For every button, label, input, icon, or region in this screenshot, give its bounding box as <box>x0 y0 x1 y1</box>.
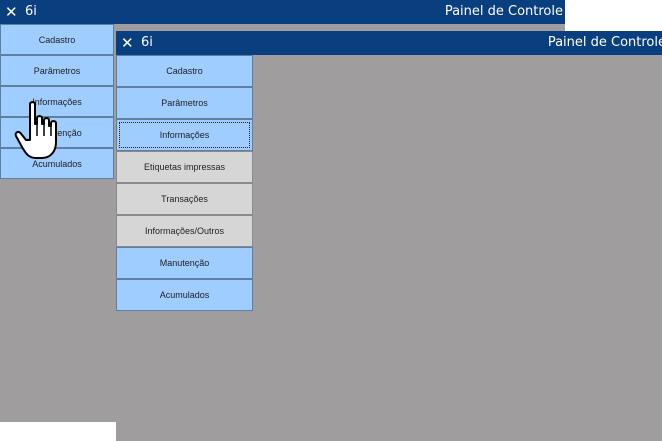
menu-item-label: Manutenção <box>159 258 210 268</box>
close-icon[interactable]: ✕ <box>5 0 18 24</box>
menu-item-acumulados[interactable]: Acumulados <box>116 279 253 311</box>
menu-item-parametros[interactable]: Parâmetros <box>116 87 253 119</box>
hand-pointer-icon <box>14 101 57 159</box>
menu-item-label: Cadastro <box>166 66 203 76</box>
panel-title: Painel de Controle <box>547 35 662 50</box>
menu-item-label: Acumulados <box>159 290 210 300</box>
menu-item-cadastro[interactable]: Cadastro <box>116 55 253 87</box>
close-icon[interactable]: ✕ <box>121 31 134 55</box>
menu-item-label: Parâmetros <box>33 65 81 76</box>
back-menu-item-cadastro[interactable]: Cadastro <box>0 24 114 55</box>
menu-item-etiquetas-impressas[interactable]: Etiquetas impressas <box>116 151 253 183</box>
menu-item-transacoes[interactable]: Transações <box>116 183 253 215</box>
menu-item-informacoes-outros[interactable]: Informações/Outros <box>116 215 253 247</box>
back-titlebar: ✕ 6i Painel de Controle <box>0 0 565 24</box>
menu-item-label: Transações <box>161 194 208 204</box>
app-name: 6i <box>141 35 153 50</box>
front-window: ✕ 6i Painel de Controle Cadastro Parâmet… <box>116 31 662 441</box>
menu-item-label: Cadastro <box>38 34 76 45</box>
focus-ring <box>119 122 250 148</box>
menu-item-informacoes[interactable]: Informações <box>116 119 253 151</box>
back-menu-panel: Cadastro Parâmetros Informações Manutenç… <box>0 24 114 422</box>
menu-item-label: Informações/Outros <box>144 226 225 236</box>
back-menu-item-parametros[interactable]: Parâmetros <box>0 55 114 86</box>
panel-title: Painel de Controle <box>444 4 563 19</box>
menu-item-manutencao[interactable]: Manutenção <box>116 247 253 279</box>
menu-item-label: Parâmetros <box>161 98 208 108</box>
front-titlebar: ✕ 6i Painel de Controle <box>116 31 662 55</box>
menu-item-label: Etiquetas impressas <box>143 162 226 172</box>
app-name: 6i <box>25 4 37 19</box>
